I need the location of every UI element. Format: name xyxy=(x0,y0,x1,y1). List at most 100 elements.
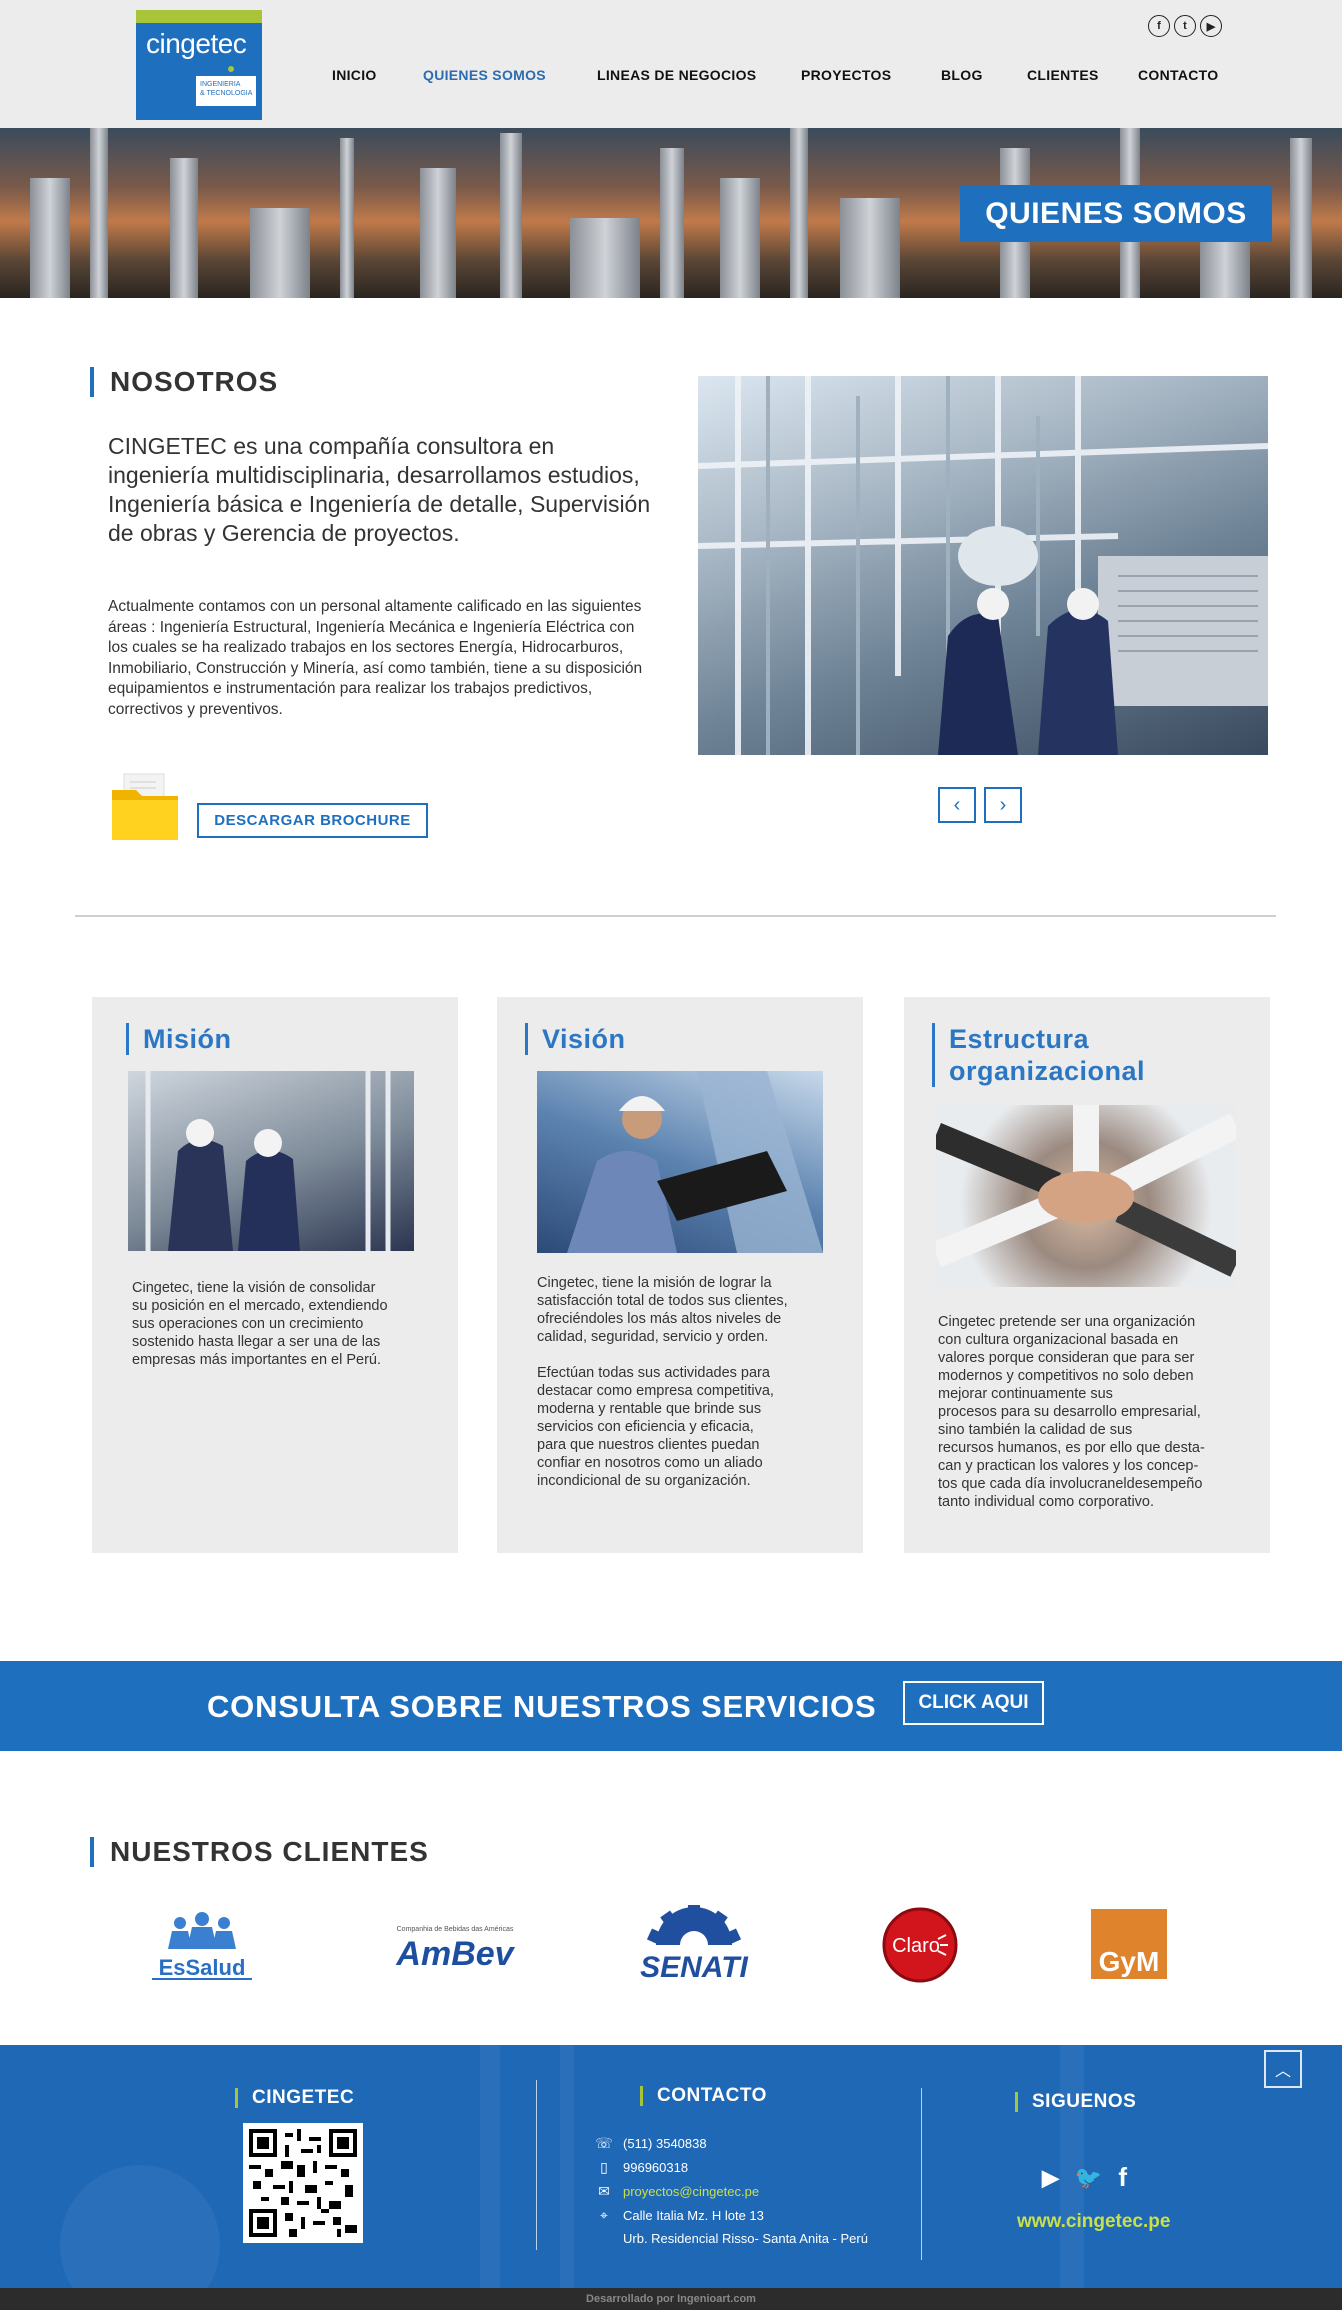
credit-text[interactable]: Desarrollado por Ingenioart.com xyxy=(586,2293,756,2305)
vision-title: Visión xyxy=(525,1023,626,1055)
footer-social-links: ▶ 🐦 f xyxy=(1042,2162,1127,2193)
carousel-next-button[interactable]: › xyxy=(984,787,1022,823)
claro-wordmark: Claro xyxy=(892,1935,940,1957)
carousel-prev-button[interactable]: ‹ xyxy=(938,787,976,823)
hero-stack xyxy=(500,133,522,298)
nosotros-body: Actualmente contamos con un personal alt… xyxy=(108,598,643,718)
vision-photo xyxy=(537,1071,823,1253)
mobile-icon: ▯ xyxy=(600,2159,608,2175)
social-links-top: f t ▶ xyxy=(1148,15,1222,37)
credit-bar: Desarrollado por Ingenioart.com xyxy=(0,2288,1342,2310)
nav-blog[interactable]: BLOG xyxy=(941,67,983,83)
contact-mobile-text[interactable]: 996960318 xyxy=(623,2160,688,2175)
consulta-banner: CONSULTA SOBRE NUESTROS SERVICIOS CLICK … xyxy=(0,1661,1342,1751)
claro-logo[interactable]: Claro xyxy=(880,1905,960,1985)
mision-card: Misión Cingetec, tiene la visión de cons… xyxy=(92,997,458,1553)
back-to-top-button[interactable]: ︿ xyxy=(1264,2050,1302,2088)
footer-cingetec-title: CINGETEC xyxy=(235,2088,354,2108)
facebook-icon[interactable]: f xyxy=(1118,2162,1127,2193)
footer-bg-shape xyxy=(480,2045,500,2288)
nav-contacto[interactable]: CONTACTO xyxy=(1138,67,1218,83)
qr-code xyxy=(243,2123,363,2243)
ambev-logo[interactable]: Companhia de Bebidas das Américas AmBev xyxy=(382,1905,528,1985)
website-link[interactable]: www.cingetec.pe xyxy=(1017,2211,1170,2233)
nosotros-title: NOSOTROS xyxy=(90,367,278,397)
estructura-title: Estructura organizacional xyxy=(932,1023,1145,1087)
mision-photo xyxy=(128,1071,414,1251)
hero-stack xyxy=(660,148,684,298)
contact-address-line1: Calle Italia Mz. H lote 13 xyxy=(623,2208,764,2223)
footer-separator xyxy=(536,2080,537,2250)
gym-wordmark: GyM xyxy=(1099,1946,1160,1977)
twitter-icon[interactable]: t xyxy=(1174,15,1196,37)
contact-phone: ☏ (511) 3540838 xyxy=(585,2135,707,2152)
contact-phone-text[interactable]: (511) 3540838 xyxy=(623,2136,707,2151)
twitter-icon[interactable]: 🐦 xyxy=(1075,2165,1102,2191)
hero-tank xyxy=(250,208,310,298)
contact-address: ⌖ Calle Italia Mz. H lote 13 xyxy=(585,2207,764,2224)
logo-tagline-2: & TECNOLOGIA xyxy=(200,90,253,97)
hero-stack xyxy=(1290,138,1312,298)
hero-page-title: QUIENES SOMOS xyxy=(960,185,1272,242)
senati-logo[interactable]: SENATI xyxy=(626,1905,762,1985)
mail-icon: ✉ xyxy=(598,2183,610,2199)
hero-stack xyxy=(720,178,760,298)
nav-inicio[interactable]: INICIO xyxy=(332,67,377,83)
ambev-subtitle: Companhia de Bebidas das Américas xyxy=(397,1926,514,1933)
clientes-title: NUESTROS CLIENTES xyxy=(90,1837,429,1867)
contact-email: ✉ proyectos@cingetec.pe xyxy=(585,2183,759,2200)
essalud-wordmark: EsSalud xyxy=(159,1955,246,1980)
nav-lineas-de-negocios[interactable]: LINEAS DE NEGOCIOS xyxy=(597,67,756,83)
hero-stack xyxy=(90,128,108,298)
nav-quienes-somos[interactable]: QUIENES SOMOS xyxy=(423,67,546,83)
facebook-icon[interactable]: f xyxy=(1148,15,1170,37)
hero-stack xyxy=(420,168,456,298)
youtube-icon[interactable]: ▶ xyxy=(1200,15,1222,37)
hero-stack xyxy=(340,138,354,298)
folder-icon[interactable] xyxy=(110,772,182,844)
footer-bg-shape xyxy=(560,2045,574,2288)
site-header: cingetec INGENIERIA & TECNOLOGIA f t ▶ I… xyxy=(0,0,1342,128)
location-icon: ⌖ xyxy=(600,2207,608,2223)
mision-title: Misión xyxy=(126,1023,232,1055)
vision-text: Cingetec, tiene la misión de lograr la s… xyxy=(537,1275,788,1489)
mision-text: Cingetec, tiene la visión de consolidar … xyxy=(132,1280,388,1368)
consulta-text: CONSULTA SOBRE NUESTROS SERVICIOS xyxy=(207,1689,877,1724)
footer-contacto-title: CONTACTO xyxy=(640,2086,767,2106)
team-hands-photo xyxy=(936,1105,1236,1287)
hero-stack xyxy=(170,158,198,298)
nosotros-lead: CINGETEC es una compañía consultora en i… xyxy=(108,433,651,546)
senati-wordmark: SENATI xyxy=(640,1951,748,1984)
download-brochure-button[interactable]: DESCARGAR BROCHURE xyxy=(197,803,428,838)
footer-siguenos-title: SIGUENOS xyxy=(1015,2092,1136,2112)
cingetec-logo[interactable]: cingetec INGENIERIA & TECNOLOGIA xyxy=(136,10,262,120)
estructura-text: Cingetec pretende ser una organización c… xyxy=(938,1314,1205,1510)
essalud-logo[interactable]: EsSalud xyxy=(144,1905,260,1985)
section-divider xyxy=(75,915,1276,917)
ambev-wordmark: AmBev xyxy=(395,1935,515,1973)
estructura-card: Estructura organizacional Cingetec prete… xyxy=(904,997,1270,1553)
footer-separator xyxy=(921,2088,922,2260)
main-nav: INICIO QUIENES SOMOS LINEAS DE NEGOCIOS … xyxy=(0,67,1342,87)
estructura-title-line2: organizacional xyxy=(949,1056,1146,1086)
hero-tank xyxy=(30,178,70,298)
engineers-photo xyxy=(698,376,1268,755)
phone-icon: ☏ xyxy=(595,2135,613,2151)
youtube-icon[interactable]: ▶ xyxy=(1042,2165,1059,2191)
gym-logo[interactable]: GyM xyxy=(1089,1905,1169,1985)
logo-name: cingetec xyxy=(146,28,247,59)
nav-clientes[interactable]: CLIENTES xyxy=(1027,67,1099,83)
nav-proyectos[interactable]: PROYECTOS xyxy=(801,67,891,83)
hero-tank xyxy=(840,198,900,298)
logo-bar xyxy=(136,10,262,23)
footer-bg-shape xyxy=(60,2165,220,2288)
click-aqui-button[interactable]: CLICK AQUI xyxy=(903,1681,1044,1725)
hero-stack xyxy=(790,128,808,298)
estructura-title-line1: Estructura xyxy=(949,1024,1090,1054)
contact-address-2: Urb. Residencial Risso- Santa Anita - Pe… xyxy=(585,2231,868,2246)
vision-card: Visión Cingetec, tiene la misión de logr… xyxy=(497,997,863,1553)
contact-mobile: ▯ 996960318 xyxy=(585,2159,688,2176)
hero-tank xyxy=(570,218,640,298)
contact-email-link[interactable]: proyectos@cingetec.pe xyxy=(623,2184,759,2199)
contact-address-line2: Urb. Residencial Risso- Santa Anita - Pe… xyxy=(623,2231,868,2246)
